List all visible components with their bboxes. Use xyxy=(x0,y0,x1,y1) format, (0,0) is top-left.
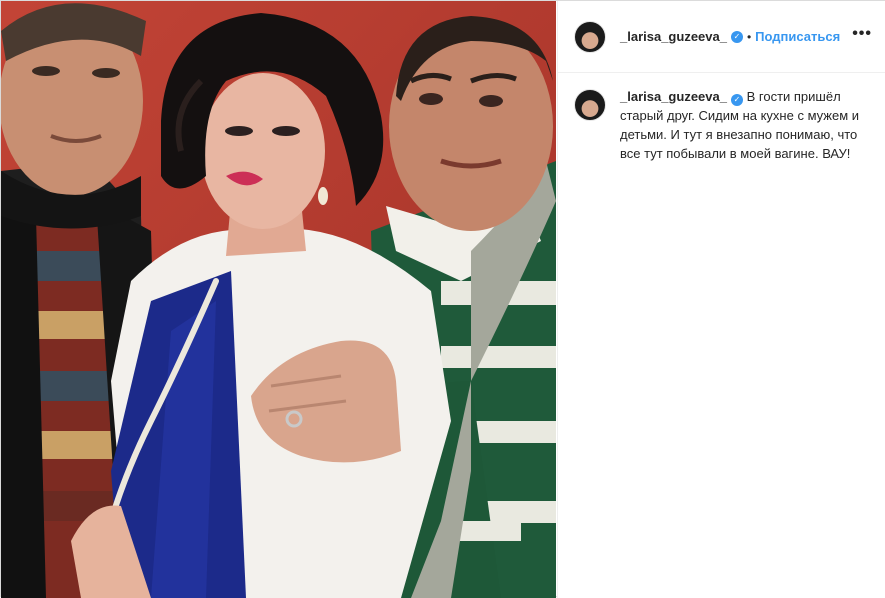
follow-button[interactable]: Подписаться xyxy=(755,29,840,44)
author-username[interactable]: _larisa_guzeeva_ xyxy=(620,29,727,44)
header-separator: • xyxy=(746,29,752,44)
instagram-post: _larisa_guzeeva_ ✓ • Подписаться ••• _la… xyxy=(0,0,885,598)
post-sidebar: _larisa_guzeeva_ ✓ • Подписаться ••• _la… xyxy=(557,1,885,598)
post-photo[interactable] xyxy=(1,1,556,598)
post-header: _larisa_guzeeva_ ✓ • Подписаться ••• xyxy=(558,1,885,73)
more-options-icon[interactable]: ••• xyxy=(852,25,872,48)
photo-illustration xyxy=(1,1,556,598)
author-avatar[interactable] xyxy=(574,20,606,53)
caption-avatar[interactable] xyxy=(574,89,606,121)
caption-username[interactable]: _larisa_guzeeva_ xyxy=(620,89,727,104)
caption-comment: _larisa_guzeeva_ ✓ В гости пришёл старый … xyxy=(558,73,885,163)
caption-verified-check-icon: ✓ xyxy=(730,93,743,106)
verified-check-icon: ✓ xyxy=(730,30,743,43)
caption-body: _larisa_guzeeva_ ✓ В гости пришёл старый … xyxy=(620,87,870,163)
